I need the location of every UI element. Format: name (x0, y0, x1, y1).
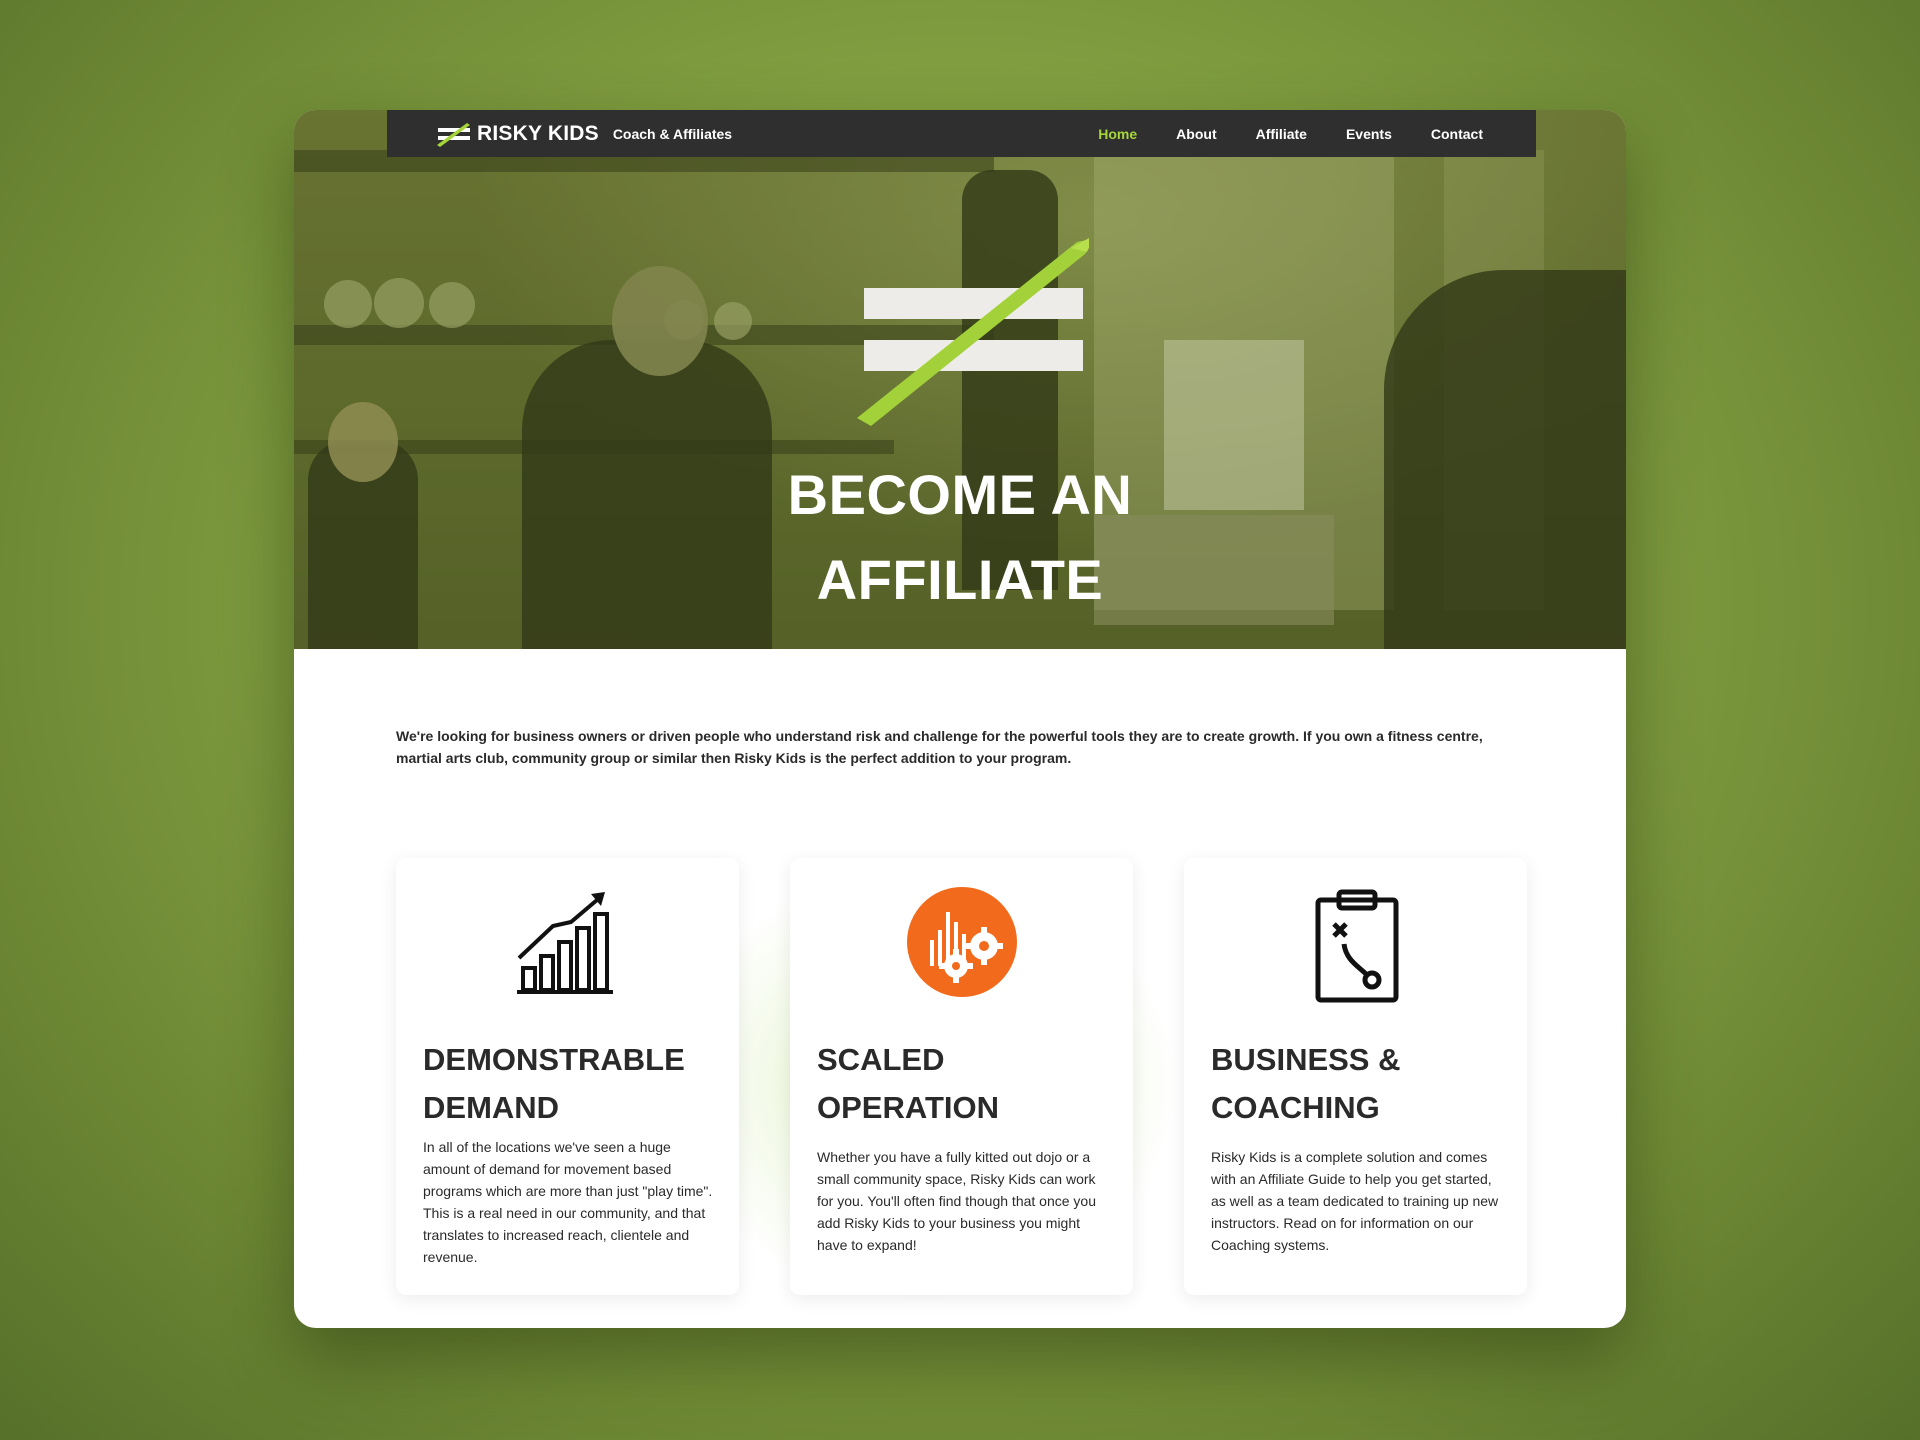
hero-title-line2: AFFILIATE (816, 548, 1104, 611)
card-text: Risky Kids is a complete solution and co… (1211, 1149, 1499, 1253)
nav-item-home[interactable]: Home (1098, 126, 1137, 142)
feature-card-coaching: BUSINESS & COACHING Risky Kids is a comp… (1184, 858, 1527, 1295)
card-icon-wrap (396, 886, 739, 1006)
feature-card-demand: DEMONSTRABLE DEMAND In all of the locati… (396, 858, 739, 1295)
card-title-line2: DEMAND (423, 1090, 560, 1125)
top-nav: RISKY KIDS Coach & Affiliates Home About… (387, 110, 1536, 157)
brand-name: RISKY KIDS (477, 121, 599, 145)
nav-item-affiliate[interactable]: Affiliate (1256, 126, 1307, 142)
card-title: DEMONSTRABLE DEMAND (423, 1036, 723, 1132)
gears-chart-icon (906, 887, 1017, 997)
card-text: Whether you have a fully kitted out dojo… (817, 1149, 1096, 1253)
card-text: In all of the locations we've seen a hug… (423, 1139, 713, 1265)
intro-paragraph: We're looking for business owners or dri… (396, 728, 1483, 766)
brand-logo-icon (437, 122, 470, 147)
card-title: BUSINESS & COACHING (1211, 1036, 1511, 1132)
card-title-line2: OPERATION (817, 1090, 999, 1125)
hero-section: RISKY KIDS Coach & Affiliates Home About… (294, 110, 1626, 649)
card-title-line1: SCALED (817, 1042, 945, 1077)
card-title-line1: BUSINESS & (1211, 1042, 1401, 1077)
hero-title: BECOME AN AFFILIATE (294, 452, 1626, 622)
brand[interactable]: RISKY KIDS Coach & Affiliates (437, 121, 732, 147)
hero-title-line1: BECOME AN (787, 463, 1133, 526)
nav-item-about[interactable]: About (1176, 126, 1216, 142)
clipboard-strategy-icon (1315, 889, 1398, 1003)
brand-subtitle: Coach & Affiliates (612, 125, 733, 142)
nav-links: Home About Affiliate Events Contact (1098, 126, 1483, 142)
card-title-line2: COACHING (1211, 1090, 1380, 1125)
card-title: SCALED OPERATION (817, 1036, 1117, 1132)
hero-equals-logo-icon (857, 238, 1089, 426)
card-title-line1: DEMONSTRABLE (423, 1042, 685, 1077)
nav-item-contact[interactable]: Contact (1431, 126, 1483, 142)
growth-chart-icon (516, 892, 613, 994)
card-icon-wrap (1184, 886, 1527, 1006)
nav-item-events[interactable]: Events (1346, 126, 1392, 142)
browser-frame: RISKY KIDS Coach & Affiliates Home About… (294, 110, 1626, 1328)
card-icon-wrap (790, 886, 1133, 1006)
feature-card-operation: SCALED OPERATION Whether you have a full… (790, 858, 1133, 1295)
